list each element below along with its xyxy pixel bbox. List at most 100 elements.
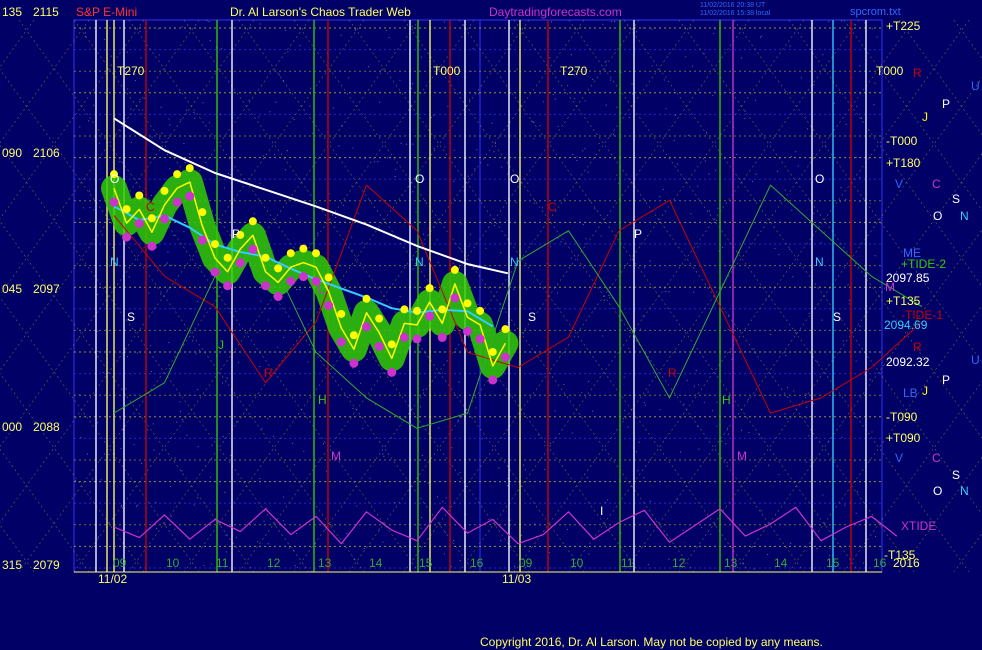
- speckle-dot: [84, 32, 87, 34]
- chart-label: N: [110, 255, 119, 269]
- right-label: R: [913, 340, 922, 354]
- low-dot: [437, 332, 447, 342]
- speckle-dot: [447, 105, 449, 108]
- speckle-dot: [786, 386, 789, 389]
- speckle-dot: [805, 461, 807, 463]
- chart-label: H: [722, 393, 731, 407]
- speckle-dot: [567, 85, 569, 87]
- speckle-dot: [742, 562, 745, 565]
- speckle-dot: [859, 177, 861, 179]
- speckle-dot: [322, 443, 325, 445]
- speckle-dot: [303, 450, 305, 452]
- speckle-dot: [468, 458, 470, 460]
- speckle-dot: [224, 491, 226, 493]
- speckle-dot: [77, 338, 79, 340]
- speckle-dot: [444, 146, 446, 148]
- speckle-dot: [792, 276, 794, 278]
- speckle-dot: [383, 455, 385, 458]
- speckle-dot: [444, 531, 447, 533]
- speckle-dot: [352, 407, 354, 410]
- speckle-dot: [166, 289, 168, 291]
- low-dot: [374, 342, 384, 352]
- speckle-dot: [452, 262, 454, 264]
- speckle-dot: [853, 23, 855, 25]
- speckle-dot: [605, 104, 607, 106]
- speckle-dot: [108, 454, 110, 456]
- speckle-dot: [717, 207, 719, 209]
- speckle-dot: [860, 117, 863, 119]
- speckle-dot: [677, 372, 679, 375]
- low-dot: [185, 191, 195, 201]
- speckle-dot: [659, 196, 661, 198]
- speckle-dot: [869, 277, 871, 280]
- speckle-dot: [522, 332, 525, 334]
- speckle-dot: [170, 515, 172, 517]
- speckle-dot: [453, 180, 455, 182]
- speckle-dot: [80, 436, 82, 439]
- speckle-dot: [703, 53, 705, 55]
- speckle-dot: [622, 418, 624, 420]
- speckle-dot: [491, 122, 493, 124]
- speckle-dot: [422, 389, 425, 391]
- speckle-dot: [651, 65, 653, 67]
- high-dot: [501, 325, 510, 334]
- speckle-dot: [257, 540, 259, 543]
- speckle-dot: [221, 48, 223, 50]
- high-dot: [488, 347, 497, 356]
- speckle-dot: [198, 349, 201, 351]
- chart-label: O: [110, 172, 119, 186]
- speckle-dot: [235, 310, 237, 312]
- speckle-dot: [438, 427, 440, 429]
- speckle-dot: [193, 504, 195, 506]
- x-tick-hour: 14: [774, 556, 788, 570]
- x-tick-hour: 15: [826, 556, 840, 570]
- speckle-dot: [494, 142, 496, 144]
- speckle-dot: [451, 447, 453, 449]
- speckle-dot: [185, 109, 188, 111]
- speckle-dot: [676, 163, 678, 165]
- speckle-dot: [460, 223, 463, 225]
- chart-label: C: [146, 200, 155, 214]
- speckle-dot: [581, 391, 583, 393]
- speckle-dot: [656, 520, 658, 523]
- speckle-dot: [202, 102, 204, 104]
- speckle-dot: [604, 501, 606, 504]
- speckle-dot: [79, 126, 81, 128]
- high-dot: [261, 253, 270, 262]
- speckle-dot: [206, 19, 208, 22]
- speckle-dot: [698, 448, 700, 450]
- speckle-dot: [554, 98, 556, 100]
- site-link[interactable]: Daytradingforecasts.com: [489, 5, 622, 19]
- speckle-dot: [356, 261, 358, 263]
- speckle-dot: [795, 333, 798, 335]
- speckle-dot: [479, 264, 481, 266]
- speckle-dot: [157, 28, 160, 30]
- speckle-dot: [420, 516, 423, 519]
- speckle-dot: [758, 433, 761, 436]
- chart-label: O: [415, 172, 424, 186]
- speckle-dot: [296, 214, 298, 216]
- speckle-dot: [727, 433, 730, 435]
- speckle-dot: [467, 175, 469, 177]
- speckle-dot: [637, 470, 639, 472]
- right-label: -T000: [886, 134, 918, 148]
- speckle-dot: [690, 213, 692, 215]
- speckle-dot: [275, 101, 277, 103]
- speckle-dot: [226, 377, 228, 379]
- speckle-dot: [609, 297, 611, 299]
- data-file-label: spcrom.txt: [850, 6, 901, 18]
- y-tick-price: 2079: [33, 558, 60, 572]
- speckle-dot: [806, 406, 808, 408]
- speckle-dot: [412, 268, 414, 270]
- speckle-dot: [338, 145, 340, 147]
- x-tick-hour: 13: [318, 556, 332, 570]
- speckle-dot: [542, 91, 544, 93]
- speckle-dot: [136, 352, 138, 354]
- high-dot: [274, 264, 283, 273]
- speckle-dot: [700, 526, 703, 529]
- speckle-dot: [225, 551, 227, 553]
- speckle-dot: [724, 220, 726, 222]
- chart-label: R: [668, 366, 677, 380]
- speckle-dot: [594, 208, 596, 210]
- speckle-dot: [533, 121, 535, 123]
